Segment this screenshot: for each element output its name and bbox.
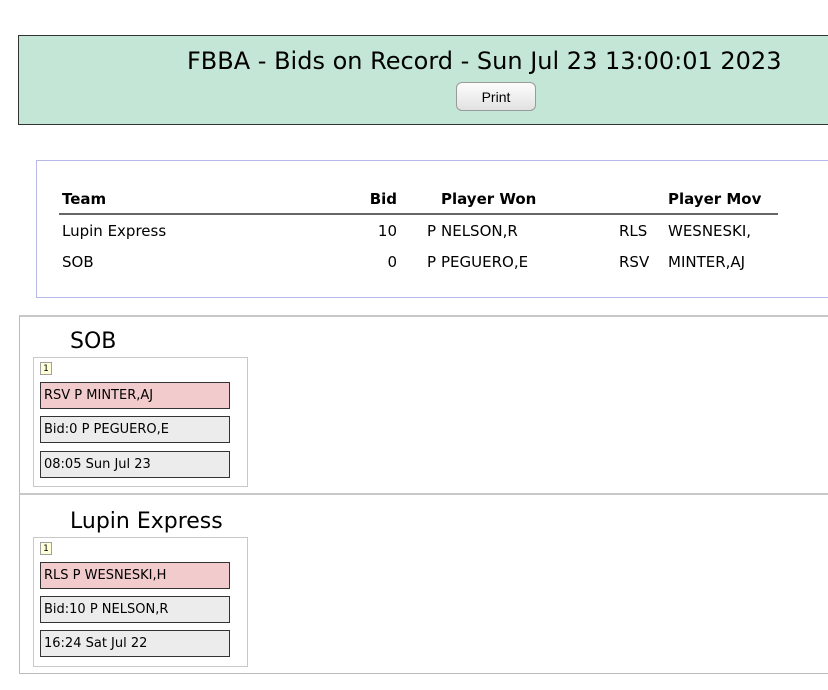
table-row: SOB 0 P PEGUERO,E RSV MINTER,AJ [59,246,778,277]
table-row: Lupin Express 10 P NELSON,R RLS WESNESKI… [59,214,778,246]
column-header-team: Team [59,187,334,215]
bid-card: 1 RLS P WESNESKI,H Bid:10 P NELSON,R 16:… [33,537,248,667]
bid-card: 1 RSV P MINTER,AJ Bid:0 P PEGUERO,E 08:0… [33,357,248,487]
column-header-player-won: Player Won [438,187,616,215]
cell-bid: 10 [377,221,397,240]
bid-entry: Bid:0 P PEGUERO,E [40,416,230,443]
bid-entry: Bid:10 P NELSON,R [40,596,230,623]
bid-timestamp: 08:05 Sun Jul 23 [40,451,230,478]
page-title: FBBA - Bids on Record - Sun Jul 23 13:00… [187,47,782,75]
cell-code: RLS [619,221,648,240]
cell-pos: P [426,221,436,240]
bid-count-badge: 1 [40,362,52,375]
table-header-row: Team Bid Player Won Player Mov [59,187,778,215]
team-section-sob: SOB 1 RSV P MINTER,AJ Bid:0 P PEGUERO,E … [19,315,828,495]
column-header-pos [405,187,438,215]
move-entry: RSV P MINTER,AJ [40,382,230,409]
column-header-code [616,187,665,215]
bid-timestamp: 16:24 Sat Jul 22 [40,630,230,657]
move-entry: RLS P WESNESKI,H [40,562,230,589]
cell-bid: 0 [387,252,397,271]
team-section-lupin-express: Lupin Express 1 RLS P WESNESKI,H Bid:10 … [19,493,828,674]
cell-player-moved: WESNESKI, [668,221,752,240]
bid-count-badge: 1 [40,542,52,555]
column-header-player-moved: Player Mov [665,187,778,215]
cell-pos: P [426,252,436,271]
cell-player-won: PEGUERO,E [441,252,529,271]
cell-team: Lupin Express [62,221,167,240]
print-button[interactable]: Print [456,82,536,111]
bids-table: Team Bid Player Won Player Mov Lupin Exp… [59,187,778,277]
team-name: SOB [70,329,117,354]
team-name: Lupin Express [70,509,223,534]
cell-player-moved: MINTER,AJ [668,252,746,271]
cell-team: SOB [62,252,94,271]
column-header-bid: Bid [334,187,405,215]
cell-player-won: NELSON,R [441,221,518,240]
cell-code: RSV [619,252,650,271]
bids-summary-panel: Team Bid Player Won Player Mov Lupin Exp… [36,160,828,298]
page-header: FBBA - Bids on Record - Sun Jul 23 13:00… [18,35,828,125]
